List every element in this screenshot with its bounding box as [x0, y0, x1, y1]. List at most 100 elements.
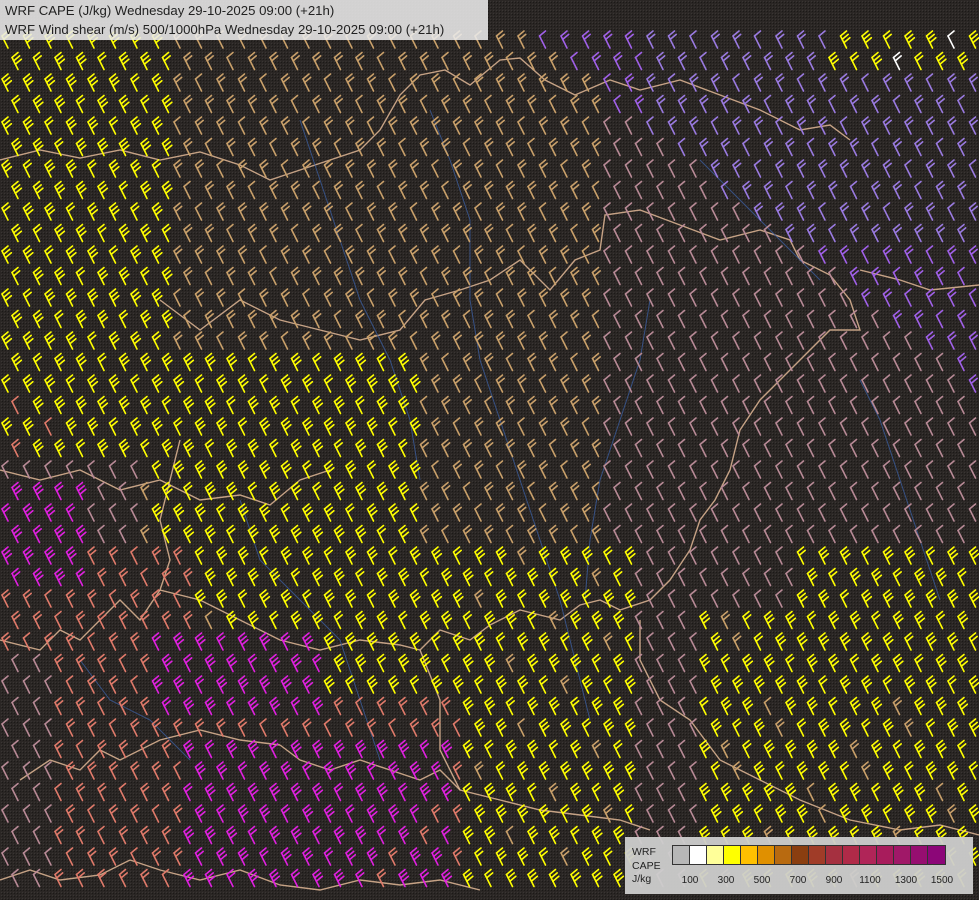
wind-barb-icon [118, 825, 128, 845]
wind-barb-icon [527, 223, 537, 243]
wind-barb-icon [75, 524, 87, 544]
wind-barb-icon [775, 331, 783, 350]
wind-barb-icon [517, 589, 527, 608]
wind-barb-icon [904, 460, 912, 479]
wind-barb-icon [441, 352, 449, 372]
wind-barb-icon [925, 761, 937, 780]
wind-barb-icon [732, 417, 740, 436]
wind-barb-icon [505, 610, 517, 630]
legend-swatch [928, 846, 945, 864]
wind-barb-icon [32, 524, 42, 544]
wind-barb-icon [333, 653, 345, 673]
wind-barb-icon [505, 438, 515, 458]
wind-barb-icon [130, 546, 138, 565]
wind-barb-icon [732, 30, 742, 49]
wind-barb-icon [269, 223, 279, 243]
wind-barb-icon [849, 739, 859, 759]
wind-barb-icon [548, 481, 558, 501]
wind-barb-icon [419, 524, 429, 544]
wind-barb-icon [151, 546, 161, 565]
wind-barb-icon [22, 73, 34, 92]
wind-barb-icon [634, 610, 643, 630]
wind-barb-icon [140, 51, 152, 71]
wind-barb-icon [474, 804, 486, 823]
wind-barb-icon [216, 73, 226, 92]
wind-barb-icon [560, 460, 568, 479]
wind-barb-icon [935, 567, 947, 587]
wind-barb-icon [699, 610, 711, 630]
wind-barb-icon [237, 116, 246, 135]
wind-barb-icon [667, 761, 676, 780]
wind-barb-icon [763, 51, 773, 71]
wind-barb-icon [560, 116, 570, 135]
wind-barb-icon [849, 266, 859, 286]
wind-barb-icon [763, 524, 772, 544]
wind-barb-icon [216, 718, 226, 737]
wind-barb-icon [570, 782, 582, 802]
wind-barb-icon [861, 718, 871, 737]
wind-barb-icon [97, 481, 105, 501]
wind-barb-icon [22, 460, 31, 479]
wind-barb-icon [173, 804, 183, 823]
wind-barb-icon [32, 352, 42, 372]
wind-barb-icon [247, 266, 257, 286]
wind-barb-icon [796, 632, 808, 651]
wind-barb-icon [968, 116, 978, 135]
wind-barb-icon [226, 481, 238, 501]
wind-barb-icon [269, 524, 281, 544]
wind-barb-icon [32, 137, 44, 157]
wind-barb-icon [204, 180, 214, 200]
wind-barb-icon [226, 94, 236, 114]
wind-barb-icon [280, 589, 292, 608]
wind-barb-icon [323, 73, 332, 92]
wind-barb-icon [849, 352, 858, 372]
wind-barb-icon [474, 460, 484, 479]
wind-barb-icon [1, 718, 9, 737]
wind-barb-icon [226, 137, 236, 157]
wind-barb-icon [892, 524, 901, 544]
wind-barb-icon [161, 223, 171, 243]
wind-barb-icon [527, 868, 539, 888]
wind-barb-icon [441, 782, 453, 802]
wind-barb-icon [409, 159, 419, 178]
wind-barb-icon [204, 610, 213, 630]
wind-barb-icon [204, 395, 216, 415]
wind-barb-icon [603, 73, 611, 92]
wind-barb-icon [161, 739, 171, 759]
wind-barb-icon [87, 417, 99, 436]
wind-barb-icon [388, 503, 400, 522]
wind-barb-icon [290, 51, 300, 71]
wind-barb-icon [753, 116, 763, 135]
wind-barb-icon [312, 782, 324, 802]
wind-barb-icon [388, 761, 400, 780]
wind-barb-icon [634, 782, 643, 802]
wind-barb-icon [677, 524, 686, 544]
wind-barb-icon [505, 309, 515, 329]
wind-barb-icon [323, 460, 335, 479]
wind-barb-icon [65, 417, 77, 436]
wind-barb-icon [398, 266, 408, 286]
wind-barb-icon [452, 116, 462, 135]
wind-barb-icon [495, 460, 504, 479]
wind-barb-icon [32, 481, 44, 501]
wind-barb-icon [32, 94, 44, 114]
wind-barb-icon [720, 524, 729, 544]
wind-barb-icon [677, 352, 686, 372]
wind-barb-icon [44, 589, 52, 608]
wind-barb-icon [828, 782, 840, 802]
wind-barb-icon [720, 266, 729, 286]
wind-barb-icon [548, 438, 557, 458]
wind-barb-icon [656, 524, 664, 544]
wind-barb-icon [32, 653, 41, 673]
wind-barb-icon [646, 73, 656, 92]
wind-barb-icon [462, 352, 472, 372]
wind-barb-icon [204, 696, 216, 716]
wind-barb-icon [495, 202, 505, 221]
wind-barb-icon [495, 159, 504, 178]
wind-barb-icon [914, 782, 926, 802]
wind-barb-icon [280, 632, 290, 651]
wind-barb-icon [183, 180, 191, 200]
wind-barb-icon [689, 374, 697, 393]
wind-barb-icon [11, 180, 23, 200]
wind-barb-icon [710, 675, 722, 694]
